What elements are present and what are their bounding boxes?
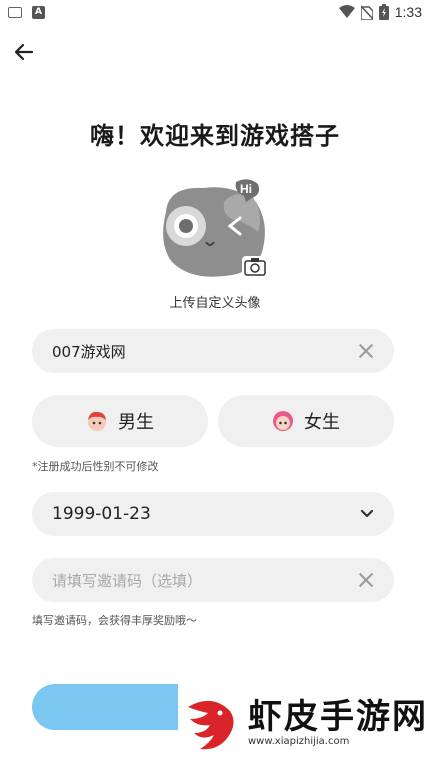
a-icon: A xyxy=(32,6,45,19)
nickname-field[interactable]: 007游戏网 xyxy=(32,329,394,373)
watermark-title: 虾皮手游网 xyxy=(248,697,428,737)
upload-avatar-label[interactable]: 上传自定义头像 xyxy=(0,292,430,311)
back-arrow-icon[interactable] xyxy=(10,38,38,66)
male-button[interactable]: 男生 xyxy=(32,395,208,447)
female-button[interactable]: 女生 xyxy=(218,395,394,447)
male-label: 男生 xyxy=(118,412,154,433)
avatar-hi-text: Hi xyxy=(240,182,252,196)
birthday-select[interactable]: 1999-01-23 xyxy=(32,492,394,536)
watermark: 虾皮手游网 www.xiapizhijia.com xyxy=(178,684,430,763)
watermark-url: www.xiapizhijia.com xyxy=(248,736,350,747)
wifi-icon xyxy=(338,5,355,18)
clock: 1:33 xyxy=(394,4,422,20)
male-avatar-icon xyxy=(88,411,106,431)
invite-note: 填写邀请码，会获得丰厚奖励哦～ xyxy=(32,614,197,627)
clear-invite-icon[interactable] xyxy=(358,572,374,588)
female-avatar-icon xyxy=(273,411,293,431)
nickname-value[interactable]: 007游戏网 xyxy=(52,341,358,362)
chevron-down-icon[interactable] xyxy=(360,509,374,519)
female-label: 女生 xyxy=(304,412,340,433)
no-sim-icon xyxy=(360,4,373,20)
page-title: 嗨！欢迎来到游戏搭子 xyxy=(90,122,340,150)
gender-note: *注册成功后性别不可修改 xyxy=(32,460,159,473)
invite-code-field[interactable]: 请填写邀请码（选填） xyxy=(32,558,394,602)
battery-icon xyxy=(378,4,389,20)
invite-code-placeholder[interactable]: 请填写邀请码（选填） xyxy=(52,570,358,591)
keyboard-icon xyxy=(8,7,22,18)
status-bar: A 1:33 xyxy=(0,0,430,26)
camera-icon[interactable] xyxy=(242,256,268,278)
birthday-value[interactable]: 1999-01-23 xyxy=(52,504,360,524)
clear-nickname-icon[interactable] xyxy=(358,343,374,359)
watermark-logo xyxy=(188,700,234,749)
